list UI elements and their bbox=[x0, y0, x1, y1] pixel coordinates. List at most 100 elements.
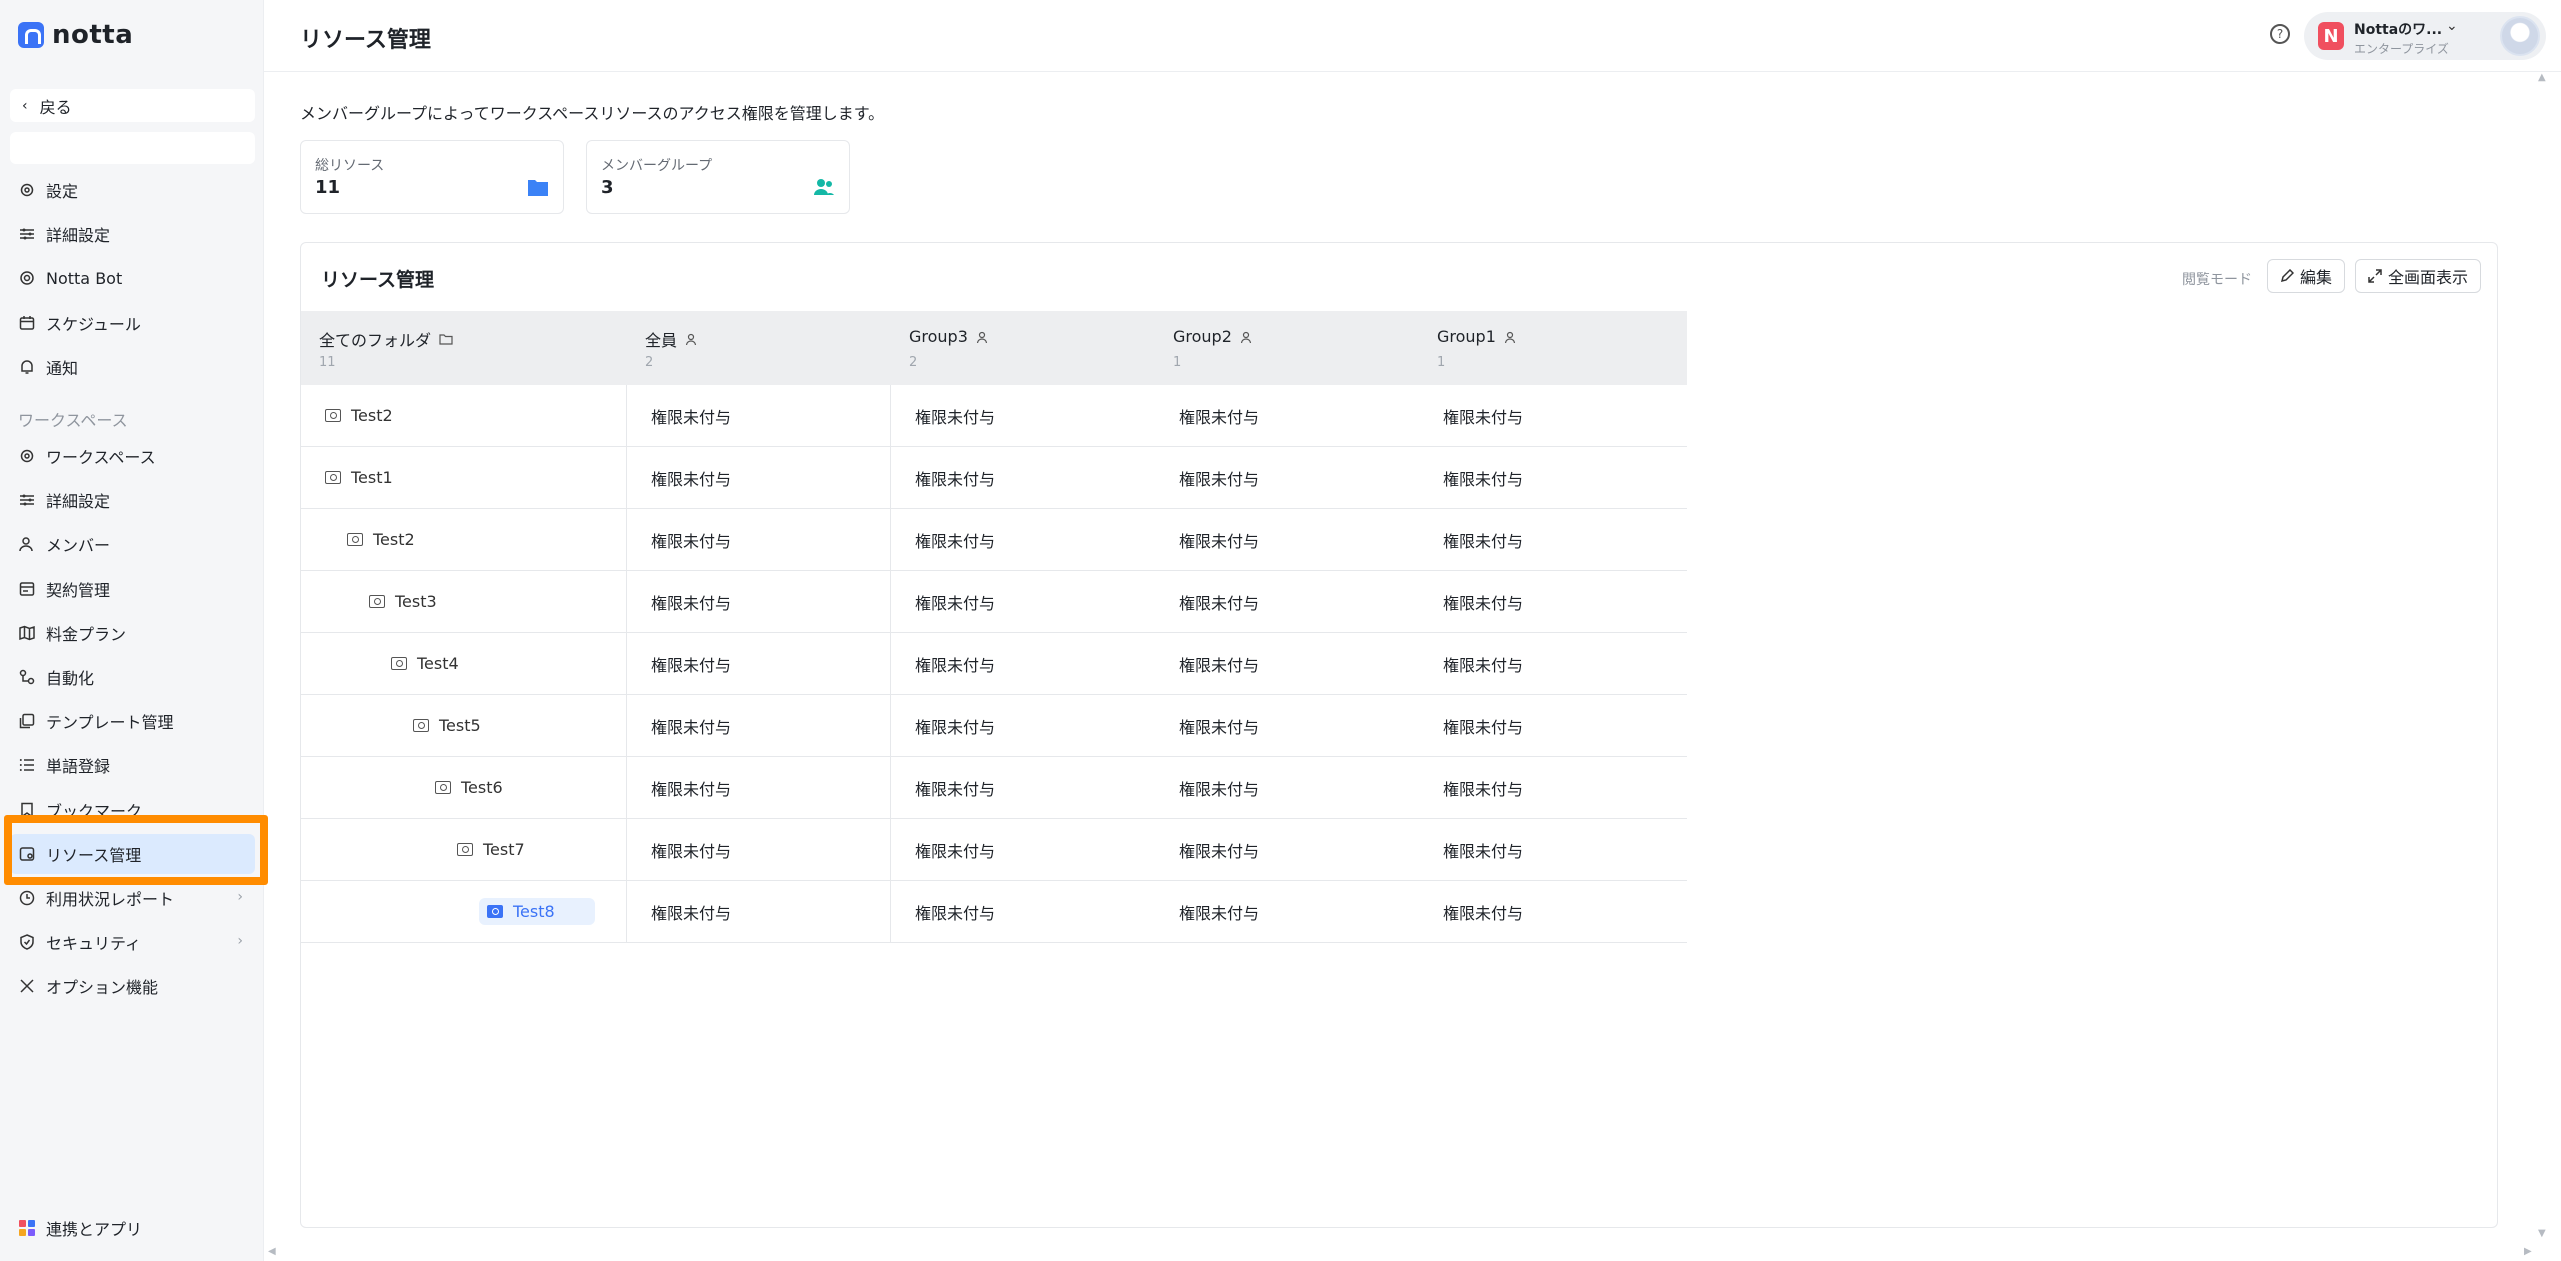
sidebar-item-tools-w12[interactable]: オプション機能 bbox=[10, 966, 255, 1006]
scroll-down-icon[interactable]: ▼ bbox=[2538, 1228, 2546, 1239]
avatar[interactable] bbox=[2500, 16, 2540, 56]
sidebar-item-sliders-w1[interactable]: 詳細設定 bbox=[10, 480, 255, 520]
permission-cell[interactable]: 権限未付与 bbox=[627, 447, 891, 508]
sidebar-item-integrations[interactable]: 連携とアプリ bbox=[10, 1208, 255, 1248]
permission-cell[interactable]: 権限未付与 bbox=[1419, 633, 1687, 694]
permission-cell[interactable]: 権限未付与 bbox=[1155, 757, 1419, 818]
sidebar-item-bookmark-w8[interactable]: ブックマーク bbox=[10, 790, 255, 830]
sidebar-item-bot-t2[interactable]: Notta Bot bbox=[10, 258, 255, 298]
column-header-3: Group2 1 bbox=[1155, 311, 1419, 385]
table-row: Test8 権限未付与 権限未付与 権限未付与 権限未付与 bbox=[301, 881, 1687, 943]
permission-cell[interactable]: 権限未付与 bbox=[1155, 695, 1419, 756]
sidebar-item-shield-w11[interactable]: セキュリティ › bbox=[10, 922, 255, 962]
sidebar-item-label: 契約管理 bbox=[46, 580, 111, 600]
permission-cell[interactable]: 権限未付与 bbox=[1155, 447, 1419, 508]
permission-cell[interactable]: 権限未付与 bbox=[627, 881, 891, 942]
folder-item[interactable]: Test3 bbox=[369, 592, 437, 611]
group-icon bbox=[1240, 331, 1251, 343]
column-title: 全てのフォルダ bbox=[319, 331, 432, 350]
permission-cell[interactable]: 権限未付与 bbox=[1419, 447, 1687, 508]
folder-item[interactable]: Test2 bbox=[347, 530, 415, 549]
folder-item[interactable]: Test5 bbox=[413, 716, 481, 735]
permission-cell[interactable]: 権限未付与 bbox=[627, 819, 891, 880]
permission-cell[interactable]: 権限未付与 bbox=[1419, 819, 1687, 880]
workspace-switcher[interactable]: N Nottaのワ... エンタープライズ ⌄ bbox=[2304, 12, 2546, 60]
sidebar-item-gear-t0[interactable]: 設定 bbox=[10, 170, 255, 210]
contract-icon bbox=[18, 580, 36, 598]
user-icon bbox=[18, 535, 36, 553]
notta-logo[interactable]: notta bbox=[18, 20, 133, 50]
permission-cell[interactable]: 権限未付与 bbox=[1155, 385, 1419, 446]
column-count: 2 bbox=[645, 355, 654, 370]
edit-button[interactable]: 編集 bbox=[2267, 259, 2346, 293]
back-button[interactable]: ‹ 戻る bbox=[10, 89, 255, 122]
scroll-right-icon[interactable]: ▶ bbox=[2524, 1246, 2532, 1257]
permission-cell[interactable]: 権限未付与 bbox=[627, 571, 891, 632]
folder-icon bbox=[347, 533, 363, 546]
sidebar-item-gear-w0[interactable]: ワークスペース bbox=[10, 436, 255, 476]
sidebar-item-list-w7[interactable]: 単語登録 bbox=[10, 745, 255, 785]
help-icon[interactable]: ? bbox=[2270, 24, 2290, 44]
workspace-badge: N bbox=[2318, 22, 2344, 50]
permission-cell[interactable]: 権限未付与 bbox=[891, 447, 1155, 508]
permission-cell[interactable]: 権限未付与 bbox=[1155, 509, 1419, 570]
permission-cell[interactable]: 権限未付与 bbox=[1155, 819, 1419, 880]
permission-cell[interactable]: 権限未付与 bbox=[891, 571, 1155, 632]
column-label: 全てのフォルダ bbox=[319, 327, 453, 351]
view-mode-label: 閲覧モード bbox=[2182, 272, 2252, 288]
sidebar-item-label: 料金プラン bbox=[46, 624, 127, 644]
permission-cell[interactable]: 権限未付与 bbox=[627, 695, 891, 756]
calendar-icon bbox=[18, 314, 36, 332]
permission-cell[interactable]: 権限未付与 bbox=[1155, 881, 1419, 942]
permission-cell[interactable]: 権限未付与 bbox=[1155, 633, 1419, 694]
permission-cell[interactable]: 権限未付与 bbox=[1155, 571, 1419, 632]
sidebar-item-bell-t4[interactable]: 通知 bbox=[10, 347, 255, 387]
sidebar-item-template-w6[interactable]: テンプレート管理 bbox=[10, 701, 255, 741]
folder-icon bbox=[487, 905, 503, 918]
sidebar-item-sliders-t1[interactable]: 詳細設定 bbox=[10, 214, 255, 254]
sidebar-item-resource-w9[interactable]: リソース管理 bbox=[10, 833, 255, 874]
permission-cell[interactable]: 権限未付与 bbox=[627, 385, 891, 446]
permission-cell[interactable]: 権限未付与 bbox=[627, 757, 891, 818]
folder-item[interactable]: Test2 bbox=[325, 406, 393, 425]
folder-item[interactable]: Test8 bbox=[479, 898, 595, 925]
sidebar-item-label: ブックマーク bbox=[46, 801, 143, 821]
permission-cell[interactable]: 権限未付与 bbox=[891, 509, 1155, 570]
permission-cell[interactable]: 権限未付与 bbox=[627, 509, 891, 570]
folder-cell: Test6 bbox=[301, 757, 627, 818]
column-count: 2 bbox=[909, 355, 918, 370]
permission-cell[interactable]: 権限未付与 bbox=[1419, 571, 1687, 632]
stat-label: 総リソース bbox=[315, 158, 385, 174]
sidebar-item-map-w4[interactable]: 料金プラン bbox=[10, 613, 255, 653]
sidebar-item-contract-w3[interactable]: 契約管理 bbox=[10, 569, 255, 609]
table-row: Test4 権限未付与 権限未付与 権限未付与 権限未付与 bbox=[301, 633, 1687, 695]
folder-item[interactable]: Test4 bbox=[391, 654, 459, 673]
permission-cell[interactable]: 権限未付与 bbox=[891, 819, 1155, 880]
permission-cell[interactable]: 権限未付与 bbox=[891, 881, 1155, 942]
permission-cell[interactable]: 権限未付与 bbox=[891, 695, 1155, 756]
folder-item[interactable]: Test6 bbox=[435, 778, 503, 797]
permission-cell[interactable]: 権限未付与 bbox=[891, 757, 1155, 818]
column-title: 全員 bbox=[645, 331, 678, 350]
permission-cell[interactable]: 権限未付与 bbox=[627, 633, 891, 694]
permission-cell[interactable]: 権限未付与 bbox=[891, 633, 1155, 694]
sidebar-item-user-w2[interactable]: メンバー bbox=[10, 524, 255, 564]
permission-cell[interactable]: 権限未付与 bbox=[1419, 385, 1687, 446]
permission-cell[interactable]: 権限未付与 bbox=[1419, 509, 1687, 570]
clock-icon bbox=[18, 889, 36, 907]
permission-cell[interactable]: 権限未付与 bbox=[1419, 757, 1687, 818]
fullscreen-button[interactable]: 全画面表示 bbox=[2355, 259, 2482, 293]
permission-cell[interactable]: 権限未付与 bbox=[1419, 695, 1687, 756]
folder-item[interactable]: Test7 bbox=[457, 840, 525, 859]
sidebar-item-clock-w10[interactable]: 利用状況レポート › bbox=[10, 878, 255, 918]
scroll-left-icon[interactable]: ◀ bbox=[268, 1246, 276, 1257]
sidebar-item-label: Notta Bot bbox=[46, 268, 123, 288]
search-input[interactable] bbox=[10, 132, 255, 164]
table-row: Test1 権限未付与 権限未付与 権限未付与 権限未付与 bbox=[301, 447, 1687, 509]
sidebar-item-automation-w5[interactable]: 自動化 bbox=[10, 657, 255, 697]
scroll-up-icon[interactable]: ▲ bbox=[2538, 72, 2546, 83]
sidebar-item-calendar-t3[interactable]: スケジュール bbox=[10, 303, 255, 343]
folder-item[interactable]: Test1 bbox=[325, 468, 393, 487]
permission-cell[interactable]: 権限未付与 bbox=[1419, 881, 1687, 942]
permission-cell[interactable]: 権限未付与 bbox=[891, 385, 1155, 446]
